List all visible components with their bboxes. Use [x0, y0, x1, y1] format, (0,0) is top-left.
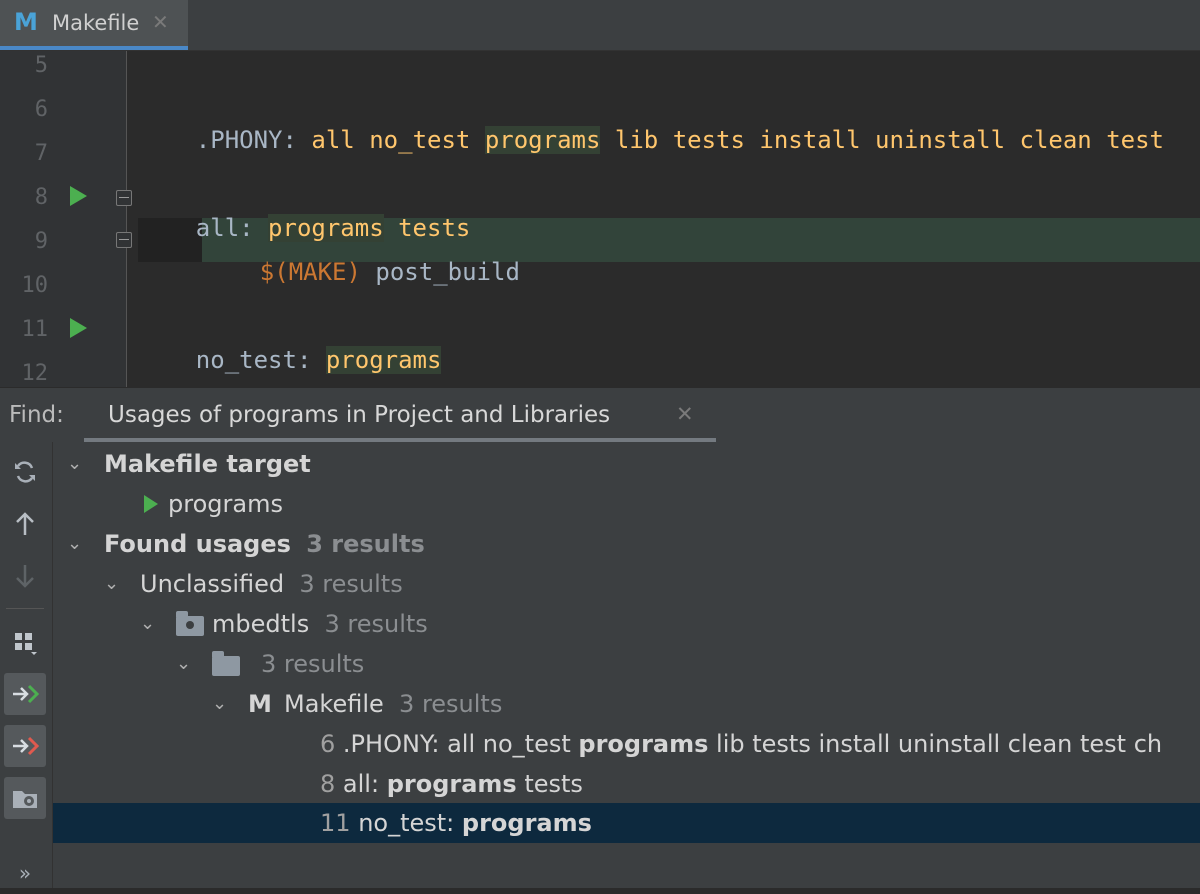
- makefile-icon: M: [248, 690, 272, 718]
- group-icon[interactable]: [4, 622, 46, 664]
- run-target-icon[interactable]: [70, 318, 87, 338]
- usage-line-number: 11: [320, 809, 351, 837]
- find-tool-window-header: Find: Usages of programs in Project and …: [0, 387, 1200, 443]
- chevron-down-icon[interactable]: ⌄: [67, 444, 85, 474]
- fold-icon[interactable]: [116, 190, 132, 206]
- usage-line-number: 6: [320, 730, 336, 758]
- dependency: install: [759, 126, 861, 154]
- dependency: clean: [1019, 126, 1092, 154]
- dependency: uninstall: [875, 126, 1006, 154]
- code-line-8: all: programs tests: [138, 183, 470, 242]
- line-number: 11: [21, 317, 49, 342]
- dependency: lib: [614, 126, 659, 154]
- dependency-highlighted: programs: [484, 126, 601, 154]
- makefile-icon: M: [14, 8, 38, 36]
- tree-node-makefile[interactable]: ⌄ M Makefile 3 results: [53, 684, 1200, 724]
- merge-right-icon[interactable]: [4, 725, 46, 767]
- dependency-highlighted: programs: [325, 346, 442, 374]
- usages-tree[interactable]: ⌄ Makefile target programs ⌄ Found usage…: [53, 442, 1200, 888]
- code-line-9: $(MAKE) post_build: [202, 227, 520, 286]
- merge-left-icon[interactable]: [4, 673, 46, 715]
- folder-icon: [212, 651, 240, 676]
- node-label: Found usages: [104, 530, 291, 558]
- result-count: 3 results: [306, 530, 425, 558]
- folder-settings-icon[interactable]: [4, 777, 46, 819]
- line-number: 7: [34, 141, 48, 166]
- line-number: 6: [34, 97, 48, 122]
- usage-match: programs: [578, 730, 709, 758]
- code-editor[interactable]: 5 6 7 8 9 10 11 12 .PHONY: all no_test p…: [0, 51, 1200, 387]
- usage-line-number: 8: [320, 770, 336, 798]
- arrow-up-icon[interactable]: [4, 503, 46, 545]
- chevron-down-icon[interactable]: ⌄: [176, 644, 194, 674]
- result-count: 3 results: [324, 610, 428, 638]
- chevron-down-icon[interactable]: ⌄: [140, 604, 158, 634]
- node-label: Makefile: [284, 690, 384, 718]
- rerun-icon[interactable]: [4, 451, 46, 493]
- tree-node-mbedtls[interactable]: ⌄ mbedtls 3 results: [53, 604, 1200, 644]
- find-toolbar: »: [0, 442, 53, 888]
- usage-text-before: .PHONY: all no_test: [342, 730, 579, 758]
- code-line-11: no_test: programs: [138, 315, 442, 374]
- line-number: 8: [34, 185, 48, 210]
- usages-tab-label: Usages of programs in Project and Librar…: [108, 402, 611, 428]
- dependency: tests: [672, 126, 745, 154]
- tree-node-programs[interactable]: programs: [53, 484, 1200, 524]
- close-icon[interactable]: ✕: [676, 402, 694, 426]
- chevron-down-icon[interactable]: ⌄: [212, 684, 230, 714]
- dependency: all: [311, 126, 355, 154]
- run-target-icon: [144, 495, 158, 513]
- line-number: 10: [21, 273, 49, 298]
- node-label: programs: [168, 490, 283, 518]
- code-line-6: .PHONY: all no_test programs lib tests i…: [138, 95, 1164, 154]
- usage-text-after: lib tests install uninstall clean test c…: [708, 730, 1163, 758]
- usage-row-selected[interactable]: 11 no_test: programs: [53, 803, 1200, 843]
- dependency: test: [1106, 126, 1164, 154]
- chevron-down-icon[interactable]: ⌄: [67, 524, 85, 554]
- result-count: 3 results: [261, 650, 365, 678]
- usage-row[interactable]: 6 .PHONY: all no_test programs lib tests…: [53, 724, 1200, 764]
- fold-icon[interactable]: [116, 232, 132, 248]
- tree-node-makefile-target[interactable]: ⌄ Makefile target: [53, 444, 1200, 484]
- result-count: 3 results: [399, 690, 503, 718]
- usage-row[interactable]: 8 all: programs tests: [53, 764, 1200, 804]
- arrow-down-icon[interactable]: [4, 555, 46, 597]
- usage-text-after: tests: [516, 770, 583, 798]
- editor-tab-bar: M Makefile ✕: [0, 0, 1200, 51]
- node-label: Unclassified: [140, 570, 285, 598]
- node-label: mbedtls: [212, 610, 310, 638]
- chevron-down-icon[interactable]: ⌄: [104, 564, 122, 594]
- run-target-icon[interactable]: [70, 186, 87, 206]
- usage-match: programs: [386, 770, 517, 798]
- tab-usages[interactable]: Usages of programs in Project and Librar…: [84, 388, 716, 442]
- tree-node-unclassified[interactable]: ⌄ Unclassified 3 results: [53, 564, 1200, 604]
- result-count: 3 results: [299, 570, 403, 598]
- dependency: no_test: [369, 126, 471, 154]
- command-text: post_build: [375, 258, 520, 286]
- module-folder-icon: [176, 611, 204, 636]
- active-tab-indicator: [0, 46, 188, 50]
- usage-text-before: no_test:: [358, 809, 462, 837]
- target-name: .PHONY:: [195, 126, 297, 154]
- gutter-divider: [126, 51, 127, 387]
- close-icon[interactable]: ✕: [152, 10, 169, 34]
- toolbar-separator: [6, 608, 44, 609]
- line-number: 9: [34, 229, 48, 254]
- tab-label: Makefile: [52, 11, 140, 35]
- usage-match: programs: [461, 809, 592, 837]
- usage-text-before: all:: [342, 770, 387, 798]
- line-number: 12: [21, 361, 49, 386]
- find-label: Find:: [9, 402, 64, 428]
- tab-makefile[interactable]: M Makefile ✕: [0, 0, 188, 50]
- make-variable: $(MAKE): [259, 258, 361, 286]
- tree-node-folder[interactable]: ⌄ 3 results: [53, 644, 1200, 684]
- target-name: no_test:: [195, 346, 312, 374]
- tree-node-found-usages[interactable]: ⌄ Found usages 3 results: [53, 524, 1200, 564]
- node-label: Makefile target: [104, 450, 311, 478]
- line-number: 5: [34, 53, 48, 78]
